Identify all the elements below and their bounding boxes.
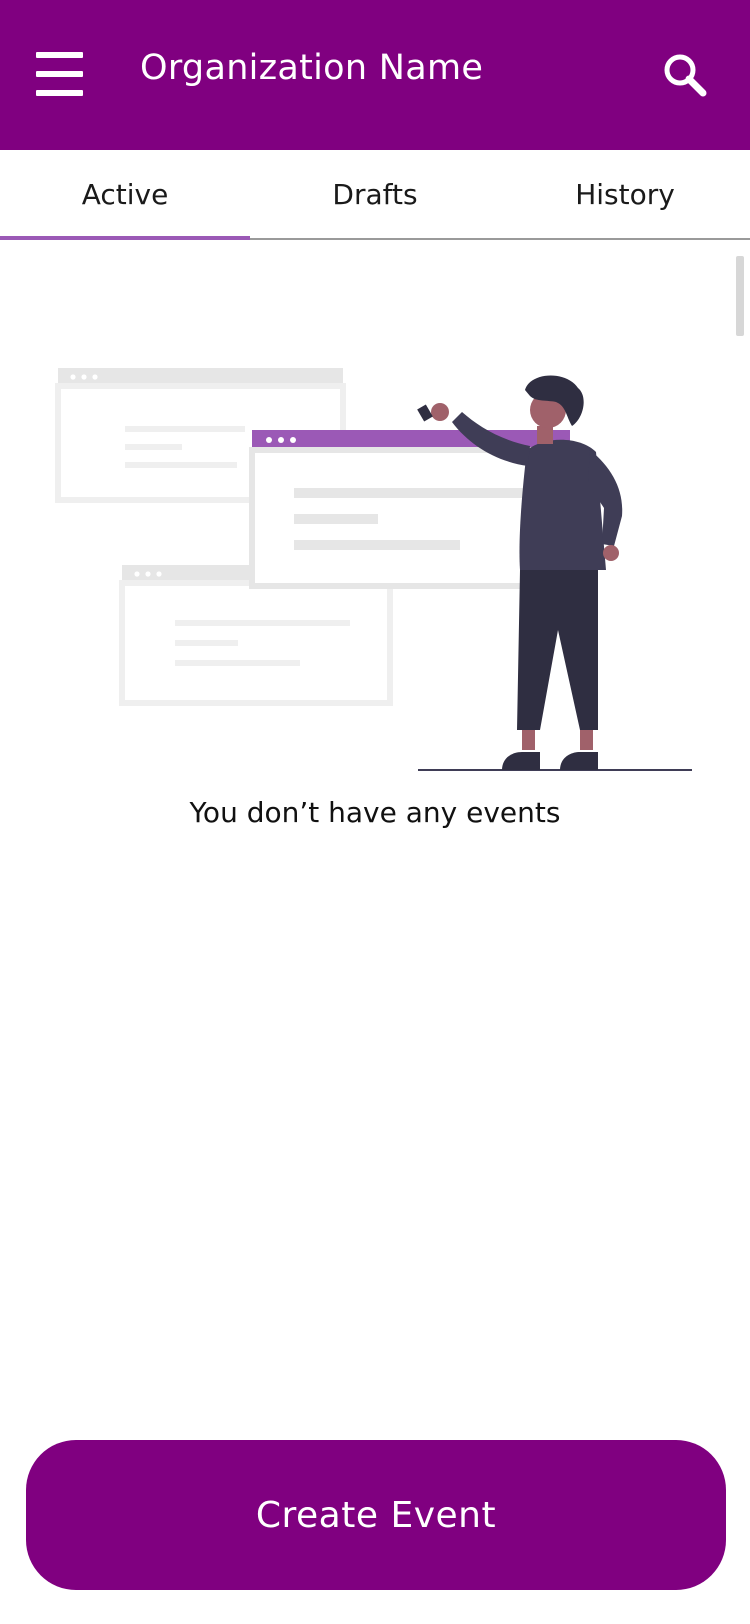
app-bar: Organization Name bbox=[0, 0, 750, 150]
empty-state-message: You don’t have any events bbox=[189, 796, 561, 829]
empty-state-illustration bbox=[0, 240, 750, 780]
app-screen: Organization Name Active Drafts History bbox=[0, 0, 750, 1624]
page-title: Organization Name bbox=[140, 48, 484, 88]
tab-bar: Active Drafts History bbox=[0, 150, 750, 240]
tab-active[interactable]: Active bbox=[0, 150, 250, 238]
tab-history[interactable]: History bbox=[500, 150, 750, 238]
tab-drafts[interactable]: Drafts bbox=[250, 150, 500, 238]
create-event-button[interactable]: Create Event bbox=[26, 1440, 726, 1590]
search-icon[interactable] bbox=[660, 50, 712, 102]
menu-icon[interactable] bbox=[36, 52, 84, 96]
